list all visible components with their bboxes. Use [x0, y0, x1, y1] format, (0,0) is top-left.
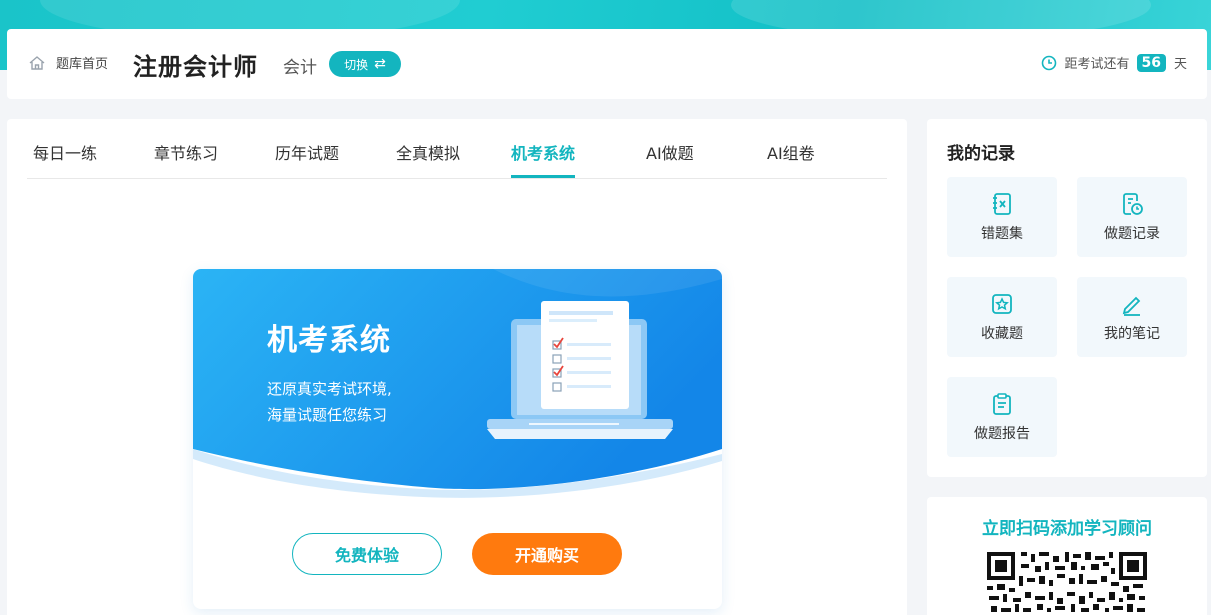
- tab-ai-practice[interactable]: AI做题: [646, 140, 694, 178]
- record-label: 错题集: [981, 226, 1023, 242]
- purchase-button[interactable]: 开通购买: [472, 533, 622, 575]
- page-title: 注册会计师: [133, 53, 258, 81]
- qr-code: [987, 552, 1147, 615]
- laptop-exam-illustration: [487, 301, 673, 439]
- free-trial-button[interactable]: 免费体验: [292, 533, 442, 575]
- swap-icon: ⇄: [374, 56, 386, 72]
- promo-desc-line: 海量试题任您练习: [267, 406, 388, 424]
- report-icon: [993, 393, 1011, 415]
- tab-ai-paper[interactable]: AI组卷: [767, 140, 815, 178]
- header-bar: 题库首页 注册会计师 会计 切换 ⇄ 距考试还有 56 天: [7, 29, 1207, 99]
- tab-daily-practice[interactable]: 每日一练: [33, 140, 97, 178]
- exam-countdown: 距考试还有 56 天: [1041, 53, 1187, 72]
- home-link[interactable]: 题库首页: [28, 53, 108, 72]
- record-label: 收藏题: [981, 326, 1023, 342]
- star-icon: [992, 294, 1012, 314]
- tab-mock-exam[interactable]: 全真模拟: [396, 140, 460, 178]
- computer-exam-promo: 机考系统 还原真实考试环境, 海量试题任您练习 免费体验 开通购买: [193, 269, 722, 609]
- clock-icon: [1042, 55, 1057, 70]
- promo-description: 还原真实考试环境, 海量试题任您练习: [267, 376, 392, 428]
- record-favorites[interactable]: 收藏题: [947, 277, 1057, 357]
- promo-desc-line: 还原真实考试环境,: [267, 380, 392, 398]
- history-icon: [1123, 193, 1143, 215]
- home-label: 题库首页: [56, 57, 109, 72]
- record-notes[interactable]: 我的笔记: [1077, 277, 1187, 357]
- switch-label: 切换: [344, 57, 369, 72]
- home-icon: [29, 55, 45, 70]
- record-label: 我的笔记: [1104, 326, 1160, 342]
- record-label: 做题记录: [1104, 226, 1160, 242]
- wrong-book-icon: [993, 193, 1011, 215]
- tab-computer-exam[interactable]: 机考系统: [511, 140, 576, 178]
- tab-past-exams[interactable]: 历年试题: [275, 140, 339, 178]
- promo-title: 机考系统: [267, 323, 391, 358]
- pen-icon: [1122, 296, 1141, 316]
- countdown-suffix: 天: [1173, 57, 1187, 72]
- days-badge: 56: [1136, 53, 1166, 72]
- main-panel: 每日一练 章节练习 历年试题 全真模拟 机考系统 AI做题 AI组卷 机考系统 …: [7, 119, 907, 615]
- record-history[interactable]: 做题记录: [1077, 177, 1187, 257]
- record-label: 做题报告: [974, 426, 1030, 442]
- advisor-panel: 立即扫码添加学习顾问: [927, 497, 1207, 615]
- tab-chapter-practice[interactable]: 章节练习: [154, 140, 218, 178]
- countdown-prefix: 距考试还有: [1064, 57, 1130, 72]
- record-wrong-questions[interactable]: 错题集: [947, 177, 1057, 257]
- switch-subject-button[interactable]: 切换 ⇄: [329, 51, 401, 77]
- records-title: 我的记录: [947, 144, 1015, 164]
- advisor-title: 立即扫码添加学习顾问: [982, 519, 1152, 539]
- my-records-panel: 我的记录 错题集 做题记录 收藏题 我的笔记 做题报告: [927, 119, 1207, 477]
- tab-bar: 每日一练 章节练习 历年试题 全真模拟 机考系统 AI做题 AI组卷: [27, 119, 887, 179]
- record-reports[interactable]: 做题报告: [947, 377, 1057, 457]
- subject-label: 会计: [283, 58, 317, 78]
